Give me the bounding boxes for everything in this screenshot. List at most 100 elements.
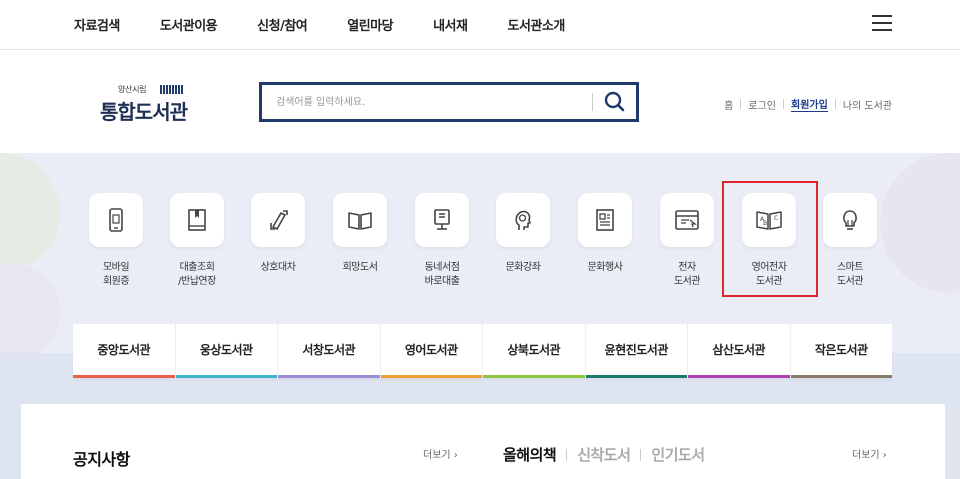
branch-label: 윤현진도서관: [604, 343, 669, 357]
branch-color-bar: [380, 375, 482, 378]
quick-culture-event[interactable]: 문화행사: [570, 193, 640, 275]
branch-tab-ungsang[interactable]: 웅상도서관: [175, 324, 278, 378]
separator: [566, 448, 568, 461]
kiosk-icon: [434, 209, 450, 230]
branch-tab-samsan[interactable]: 삼산도서관: [688, 324, 791, 378]
browser-window-icon: [675, 210, 699, 230]
branch-tab-english[interactable]: 영어도서관: [380, 324, 483, 378]
logo-title: 통합도서관: [100, 100, 188, 124]
branch-color-bar: [73, 375, 175, 378]
quick-icon-box[interactable]: [333, 193, 387, 247]
branch-label: 중앙도서관: [97, 343, 151, 357]
branch-color-bar: [278, 375, 380, 378]
content-panel: 공지사항 더보기 › 올해의책 신착도서 인기도서 더보기 ›: [21, 404, 945, 479]
quick-icon-box[interactable]: [496, 193, 550, 247]
search-input[interactable]: [262, 85, 592, 119]
book-tabs: 올해의책 신착도서 인기도서: [503, 444, 705, 465]
chevron-right-icon: ›: [453, 450, 458, 461]
search-divider: [592, 93, 593, 111]
quick-smart-library[interactable]: 스마트 도서관: [815, 193, 885, 289]
branch-color-bar: [688, 375, 790, 378]
exchange-icon: [270, 210, 288, 231]
main-menu: 자료검색 도서관이용 신청/참여 열린마당 내서재 도서관소개: [74, 15, 605, 34]
quick-label: 문화행사: [587, 262, 623, 273]
search-button[interactable]: [600, 89, 630, 115]
branch-tab-yunhyeonjin[interactable]: 윤현진도서관: [585, 324, 688, 378]
branch-color-bar: [175, 375, 277, 378]
lightbulb-icon: [843, 210, 857, 230]
branch-color-bar: [585, 375, 687, 378]
nav-item-library-use[interactable]: 도서관이용: [160, 15, 218, 34]
quick-label: 모바일 회원증: [102, 262, 130, 287]
login-link[interactable]: 로그인: [748, 97, 776, 112]
quick-label: 희망도서: [342, 262, 378, 273]
quick-e-library[interactable]: 전자 도서관: [652, 193, 722, 289]
top-navigation: 자료검색 도서관이용 신청/참여 열린마당 내서재 도서관소개: [0, 0, 960, 50]
quick-local-bookstore[interactable]: 동네서점 바로대출: [407, 193, 477, 289]
branch-label: 영어도서관: [404, 343, 458, 357]
quick-icon-box[interactable]: [251, 193, 305, 247]
mobile-card-icon: [109, 208, 123, 232]
quick-label: 전자 도서관: [673, 262, 701, 287]
nav-item-open-forum[interactable]: 열린마당: [347, 15, 393, 34]
branch-label: 상북도서관: [507, 343, 561, 357]
search-bar: [259, 82, 639, 122]
quick-label: 대출조회 /반납연장: [178, 262, 216, 287]
branch-tab-seochang[interactable]: 서창도서관: [278, 324, 381, 378]
notice-more-link[interactable]: 더보기 ›: [423, 446, 458, 461]
open-book-icon: [348, 212, 372, 230]
branch-tab-small[interactable]: 작은도서관: [790, 324, 892, 378]
decorative-circle: [0, 263, 60, 363]
quick-icon-box[interactable]: [415, 193, 469, 247]
branch-library-tabs: 중앙도서관 웅상도서관 서창도서관 영어도서관 상북도서관 윤현진도서관 삼산도…: [73, 324, 892, 378]
quick-label: 문화강좌: [505, 262, 541, 273]
quick-icon-box[interactable]: [89, 193, 143, 247]
more-label: 더보기: [423, 450, 451, 461]
separator: [640, 448, 642, 461]
logo-subtitle: 양산시립: [118, 85, 147, 94]
branch-label: 웅상도서관: [199, 343, 253, 357]
decorative-circle: [0, 153, 60, 273]
nav-item-my-library[interactable]: 내서재: [433, 15, 468, 34]
branch-tab-central[interactable]: 중앙도서관: [73, 324, 176, 378]
nav-item-apply[interactable]: 신청/참여: [257, 15, 308, 34]
quick-icon-box[interactable]: [578, 193, 632, 247]
chevron-right-icon: ›: [882, 450, 887, 461]
quick-label: 상호대차: [260, 262, 296, 273]
quick-icon-box[interactable]: [660, 193, 714, 247]
head-lightbulb-icon: [515, 210, 531, 230]
more-label: 더보기: [852, 450, 880, 461]
hamburger-menu-icon[interactable]: [872, 15, 892, 31]
nav-item-search[interactable]: 자료검색: [74, 15, 120, 34]
branch-label: 작은도서관: [814, 343, 868, 357]
my-library-link[interactable]: 나의 도서관: [843, 97, 892, 112]
document-icon: [596, 209, 614, 231]
quick-culture-class[interactable]: 문화강좌: [488, 193, 558, 275]
tab-book-of-year[interactable]: 올해의책: [503, 444, 557, 465]
quick-label: 동네서점 바로대출: [424, 262, 460, 287]
search-icon: [604, 91, 625, 112]
quick-loan-check[interactable]: 대출조회 /반납연장: [162, 193, 232, 289]
home-link[interactable]: 홈: [724, 97, 733, 112]
join-link[interactable]: 회원가입: [791, 96, 828, 112]
books-more-link[interactable]: 더보기 ›: [852, 446, 887, 461]
quick-mobile-card[interactable]: 모바일 회원증: [81, 193, 151, 289]
highlight-box: [722, 181, 818, 297]
book-loan-icon: [188, 209, 206, 231]
tab-new-books[interactable]: 신착도서: [577, 444, 631, 465]
branch-label: 서창도서관: [302, 343, 356, 357]
separator: [740, 99, 742, 109]
separator: [834, 99, 836, 109]
quick-label: 스마트 도서관: [836, 262, 864, 287]
nav-item-about[interactable]: 도서관소개: [507, 15, 565, 34]
quick-icon-box[interactable]: [170, 193, 224, 247]
quick-interlibrary[interactable]: 상호대차: [243, 193, 313, 275]
decorative-circle: [880, 153, 960, 293]
quick-icon-box[interactable]: [823, 193, 877, 247]
quick-wish-book[interactable]: 희망도서: [325, 193, 395, 275]
branch-tab-sangbuk[interactable]: 상북도서관: [483, 324, 586, 378]
tab-popular-books[interactable]: 인기도서: [651, 444, 705, 465]
utility-links: 홈 로그인 회원가입 나의 도서관: [724, 96, 892, 112]
site-logo[interactable]: 양산시립 통합도서관: [100, 84, 190, 128]
branch-label: 삼산도서관: [712, 343, 766, 357]
